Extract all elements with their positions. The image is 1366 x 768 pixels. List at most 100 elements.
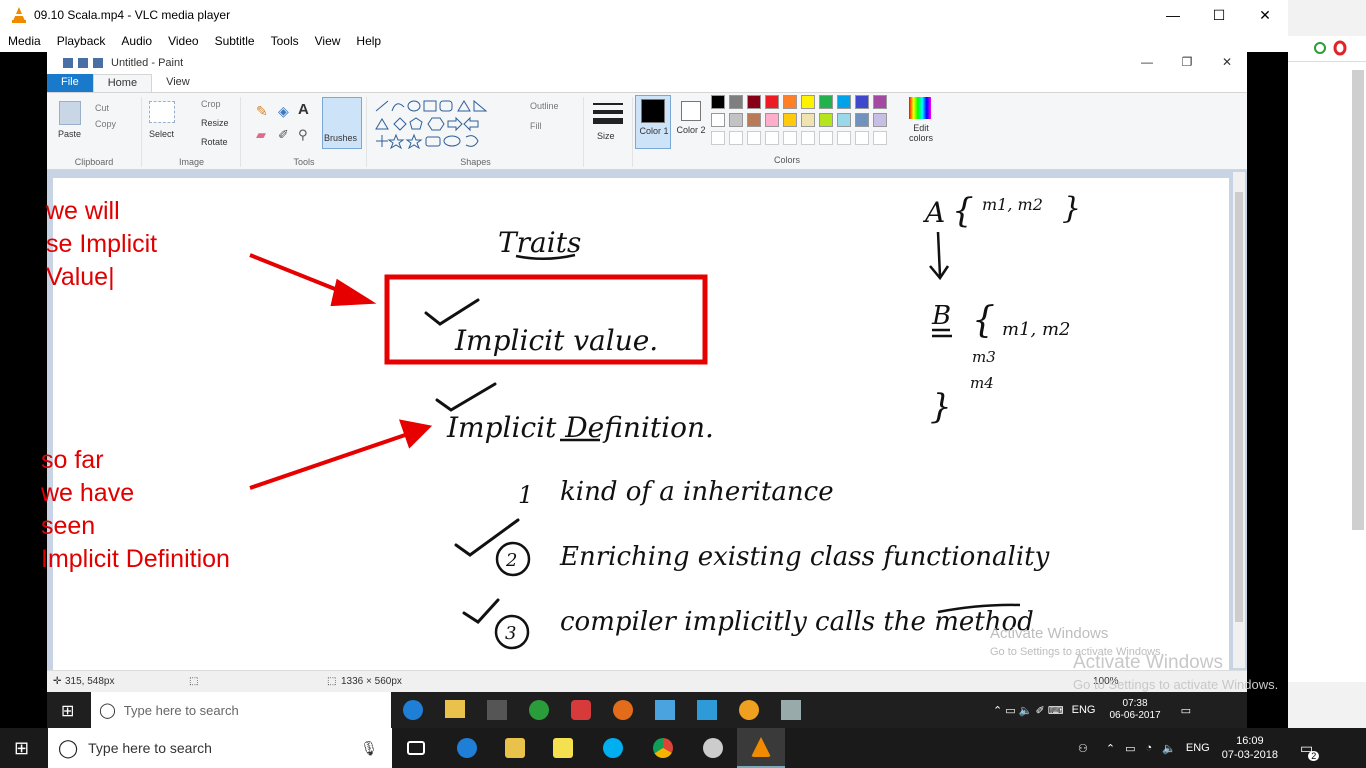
eraser-icon[interactable]: ▰ bbox=[256, 127, 266, 143]
color-swatch[interactable] bbox=[783, 113, 797, 127]
custom-color-swatch[interactable] bbox=[783, 131, 797, 145]
color-swatch[interactable] bbox=[729, 95, 743, 109]
resize-button[interactable]: Resize bbox=[201, 118, 229, 128]
paint-close-button[interactable]: ✕ bbox=[1207, 52, 1247, 72]
sticky-notes-icon[interactable] bbox=[539, 728, 587, 768]
wifi-icon[interactable]: ◔ bbox=[1146, 742, 1153, 754]
menu-tools[interactable]: Tools bbox=[263, 34, 307, 48]
shapes-gallery[interactable] bbox=[374, 99, 504, 149]
menu-playback[interactable]: Playback bbox=[49, 34, 114, 48]
color-swatch[interactable] bbox=[819, 113, 833, 127]
start-icon[interactable]: ⊞ bbox=[14, 738, 29, 759]
color-swatch[interactable] bbox=[819, 95, 833, 109]
menu-subtitle[interactable]: Subtitle bbox=[207, 34, 263, 48]
color-swatch[interactable] bbox=[855, 113, 869, 127]
color-swatch[interactable] bbox=[873, 113, 887, 127]
color-swatch[interactable] bbox=[801, 113, 815, 127]
custom-color-swatch[interactable] bbox=[747, 131, 761, 145]
search-box[interactable]: ◯ Type here to search 🎙 bbox=[48, 728, 392, 768]
color-swatch[interactable] bbox=[711, 113, 725, 127]
quick-access-icons bbox=[63, 58, 103, 68]
custom-color-swatch[interactable] bbox=[819, 131, 833, 145]
menu-media[interactable]: Media bbox=[0, 34, 49, 48]
paint-scrollbar[interactable] bbox=[1233, 172, 1245, 668]
color-swatch[interactable] bbox=[783, 95, 797, 109]
menu-view[interactable]: View bbox=[307, 34, 349, 48]
color-swatch[interactable] bbox=[837, 95, 851, 109]
color-swatch[interactable] bbox=[873, 95, 887, 109]
cut-button[interactable]: Cut bbox=[95, 103, 109, 113]
select-button[interactable]: Select bbox=[149, 129, 174, 139]
tab-file[interactable]: File bbox=[47, 74, 93, 92]
color-picker-icon[interactable]: ✐ bbox=[278, 127, 289, 143]
magnifier-icon[interactable]: ⚲ bbox=[298, 127, 308, 143]
menu-audio[interactable]: Audio bbox=[113, 34, 160, 48]
fill-icon[interactable]: ◈ bbox=[278, 103, 289, 120]
people-icon[interactable]: ⚇ bbox=[1078, 742, 1088, 755]
note-bottom-line4: Implicit Definition bbox=[41, 545, 230, 573]
system-tray: ⚇ ⌃ ▭ ◔ 🔈 ENG 16:09 07-03-2018 ▭ 2 bbox=[1078, 728, 1320, 768]
microphone-icon[interactable]: 🎙 bbox=[360, 740, 378, 757]
color-swatch[interactable] bbox=[837, 113, 851, 127]
paint-restore-button[interactable]: ❐ bbox=[1167, 52, 1207, 72]
maximize-button[interactable]: ☐ bbox=[1196, 0, 1242, 30]
note-top-line3: Value| bbox=[46, 263, 115, 291]
file-explorer-icon[interactable] bbox=[491, 728, 539, 768]
fill-dropdown[interactable]: Fill bbox=[530, 121, 542, 131]
task-view-icon[interactable] bbox=[392, 728, 440, 768]
menu-video[interactable]: Video bbox=[160, 34, 206, 48]
close-button[interactable]: ✕ bbox=[1242, 0, 1288, 30]
minimize-button[interactable]: — bbox=[1150, 0, 1196, 30]
skype-icon[interactable] bbox=[589, 728, 637, 768]
volume-icon[interactable]: 🔈 bbox=[1162, 742, 1176, 755]
outline-dropdown[interactable]: Outline bbox=[530, 101, 559, 111]
tray-chevron-icon[interactable]: ⌃ bbox=[1106, 742, 1115, 755]
battery-icon[interactable]: ▭ bbox=[1125, 742, 1135, 755]
custom-color-swatch[interactable] bbox=[873, 131, 887, 145]
color-swatch[interactable] bbox=[747, 113, 761, 127]
crop-button[interactable]: Crop bbox=[201, 99, 221, 109]
edit-colors-button[interactable]: Edit colors bbox=[905, 97, 935, 147]
color-swatch[interactable] bbox=[855, 95, 869, 109]
paste-icon[interactable] bbox=[59, 101, 81, 125]
vlc-cone-icon bbox=[12, 7, 26, 23]
tab-view[interactable]: View bbox=[152, 74, 204, 92]
clock[interactable]: 16:09 07-03-2018 bbox=[1222, 734, 1278, 762]
clipboard-group: Paste Cut Copy Clipboard bbox=[47, 97, 142, 167]
color-swatch[interactable] bbox=[711, 95, 725, 109]
custom-color-swatch[interactable] bbox=[729, 131, 743, 145]
size-group[interactable]: Size bbox=[585, 97, 633, 167]
paste-button[interactable]: Paste bbox=[58, 129, 81, 139]
tab-home[interactable]: Home bbox=[92, 74, 153, 92]
copy-button[interactable]: Copy bbox=[95, 119, 116, 129]
text-tool-icon[interactable]: A bbox=[298, 101, 309, 118]
pencil-icon[interactable]: ✎ bbox=[256, 103, 268, 120]
edge-icon[interactable] bbox=[443, 728, 491, 768]
menu-help[interactable]: Help bbox=[348, 34, 389, 48]
color-swatch[interactable] bbox=[801, 95, 815, 109]
color-swatch[interactable] bbox=[729, 113, 743, 127]
custom-color-swatch[interactable] bbox=[837, 131, 851, 145]
color2-button[interactable]: Color 2 bbox=[675, 95, 709, 149]
custom-color-swatch[interactable] bbox=[855, 131, 869, 145]
color1-button[interactable]: Color 1 bbox=[635, 95, 671, 149]
custom-color-swatch[interactable] bbox=[765, 131, 779, 145]
vlc-taskbar-icon[interactable] bbox=[737, 728, 785, 768]
color-swatch[interactable] bbox=[765, 95, 779, 109]
paint-minimize-button[interactable]: — bbox=[1127, 52, 1167, 72]
color-swatch[interactable] bbox=[765, 113, 779, 127]
app-icon[interactable] bbox=[689, 728, 737, 768]
language-indicator[interactable]: ENG bbox=[1186, 742, 1210, 754]
video-clock-time: 07:38 bbox=[1122, 698, 1148, 709]
custom-color-swatch[interactable] bbox=[711, 131, 725, 145]
paint-canvas[interactable] bbox=[53, 178, 1229, 670]
outer-watermark-sub: Go to Settings to activate Windows. bbox=[1073, 677, 1279, 692]
notification-icon[interactable]: ▭ 2 bbox=[1300, 740, 1320, 761]
select-icon[interactable] bbox=[149, 101, 175, 123]
color-swatch[interactable] bbox=[747, 95, 761, 109]
chrome-icon[interactable] bbox=[639, 728, 687, 768]
paint-window: Untitled - Paint — ❐ ✕ File Home View Pa… bbox=[47, 52, 1247, 692]
custom-color-swatch[interactable] bbox=[801, 131, 815, 145]
rotate-button[interactable]: Rotate bbox=[201, 137, 228, 147]
clock-time: 16:09 bbox=[1236, 735, 1264, 747]
